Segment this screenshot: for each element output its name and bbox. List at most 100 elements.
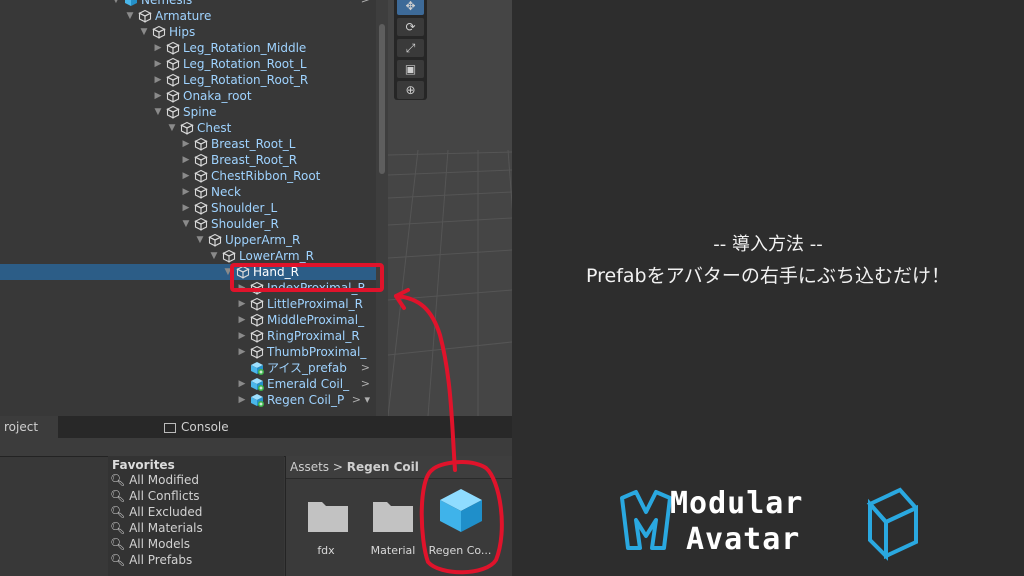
hierarchy-row-label: Leg_Rotation_Middle bbox=[183, 41, 307, 55]
search-icon: 🔍︎ bbox=[110, 521, 126, 535]
hierarchy-row[interactable]: ▼ Armature bbox=[0, 8, 376, 24]
hierarchy-row[interactable]: ▶ Regen Coil_P > ▾ bbox=[0, 392, 376, 408]
hierarchy-row[interactable]: ▶ Leg_Rotation_Root_R bbox=[0, 72, 376, 88]
breadcrumb-current[interactable]: Regen Coil bbox=[347, 460, 419, 474]
open-prefab-chevron-icon[interactable]: > bbox=[361, 376, 370, 392]
logo-line-1: Modular bbox=[670, 486, 804, 521]
favorite-item[interactable]: 🔍︎ All Materials bbox=[110, 521, 203, 535]
expand-arrow-icon[interactable]: ▼ bbox=[110, 0, 122, 8]
scale-tool-button[interactable]: ⤢ bbox=[397, 39, 424, 57]
breadcrumb-root[interactable]: Assets bbox=[286, 460, 329, 474]
hierarchy-panel: ▼ Nemesis > ▼ Armature ▼ Hips ▶ Leg_Rotation_Mid… bbox=[0, 0, 388, 416]
collapse-arrow-icon[interactable]: ▶ bbox=[180, 184, 192, 200]
hierarchy-row[interactable]: ▶ Leg_Rotation_Middle bbox=[0, 40, 376, 56]
gameobject-icon bbox=[194, 185, 208, 199]
expand-arrow-icon[interactable]: ▼ bbox=[180, 216, 192, 232]
collapse-arrow-icon[interactable]: ▶ bbox=[180, 152, 192, 168]
hierarchy-row[interactable]: ▼ Nemesis > bbox=[0, 0, 376, 8]
hierarchy-row[interactable]: ▼ Hand_R bbox=[0, 264, 376, 280]
collapse-arrow-icon[interactable]: ▶ bbox=[152, 72, 164, 88]
collapse-arrow-icon[interactable]: ▶ bbox=[180, 168, 192, 184]
asset-tile[interactable]: Material bbox=[361, 478, 425, 576]
expand-arrow-icon[interactable]: ▼ bbox=[152, 104, 164, 120]
collapse-arrow-icon[interactable]: ▶ bbox=[180, 136, 192, 152]
hierarchy-row-label: Leg_Rotation_Root_L bbox=[183, 57, 307, 71]
move-tool-button[interactable]: ✥ bbox=[397, 0, 424, 15]
collapse-arrow-icon[interactable]: ▶ bbox=[236, 392, 248, 408]
hierarchy-row[interactable]: ▶ Breast_Root_R bbox=[0, 152, 376, 168]
favorite-item[interactable]: 🔍︎ All Conflicts bbox=[110, 489, 200, 503]
hierarchy-row[interactable]: ▶ ChestRibbon_Root bbox=[0, 168, 376, 184]
hierarchy-row[interactable]: ▶ ThumbProximal_ bbox=[0, 344, 376, 360]
tab-console[interactable]: Console bbox=[164, 416, 244, 438]
gameobject-icon bbox=[194, 153, 208, 167]
hierarchy-row[interactable]: ▶ RingProximal_R bbox=[0, 328, 376, 344]
prefab-added-icon bbox=[251, 394, 264, 407]
hierarchy-row[interactable]: ▼ Hips bbox=[0, 24, 376, 40]
hierarchy-row[interactable]: ▶ Shoulder_L bbox=[0, 200, 376, 216]
hierarchy-row[interactable]: ▶ Onaka_root bbox=[0, 88, 376, 104]
collapse-arrow-icon[interactable]: ▶ bbox=[236, 328, 248, 344]
expand-arrow-icon[interactable]: ▼ bbox=[194, 232, 206, 248]
expand-arrow-icon[interactable]: ▼ bbox=[222, 264, 234, 280]
collapse-arrow-icon[interactable]: ▶ bbox=[152, 56, 164, 72]
expand-arrow-icon[interactable]: ▼ bbox=[166, 120, 178, 136]
favorite-item[interactable]: 🔍︎ All Modified bbox=[110, 473, 199, 487]
hierarchy-row[interactable]: アイス_prefab > bbox=[0, 360, 376, 376]
gameobject-icon bbox=[250, 329, 264, 343]
hierarchy-row[interactable]: ▶ Breast_Root_L bbox=[0, 136, 376, 152]
expand-arrow-icon[interactable]: ▼ bbox=[208, 248, 220, 264]
scrollbar-thumb[interactable] bbox=[379, 24, 385, 174]
gameobject-icon bbox=[250, 313, 264, 327]
hierarchy-row[interactable]: ▶ IndexProximal_R bbox=[0, 280, 376, 296]
hierarchy-row-label: Emerald Coil_ bbox=[267, 377, 350, 391]
hierarchy-row[interactable]: ▶ Leg_Rotation_Root_L bbox=[0, 56, 376, 72]
hierarchy-row[interactable]: ▼ LowerArm_R bbox=[0, 248, 376, 264]
expand-arrow-icon[interactable]: ▼ bbox=[138, 24, 150, 40]
expand-arrow-icon[interactable]: ▼ bbox=[124, 8, 136, 24]
open-prefab-chevron-icon[interactable]: > ▾ bbox=[352, 392, 370, 408]
tab-project-label: roject bbox=[4, 420, 39, 434]
hierarchy-row-label: Shoulder_R bbox=[211, 217, 279, 231]
tab-project[interactable]: roject bbox=[0, 416, 58, 438]
console-icon bbox=[164, 422, 176, 433]
hierarchy-row-label: Breast_Root_R bbox=[211, 153, 298, 167]
rotate-tool-button[interactable]: ⟳ bbox=[397, 18, 424, 36]
collapse-arrow-icon[interactable]: ▶ bbox=[180, 200, 192, 216]
gameobject-icon bbox=[208, 233, 222, 247]
collapse-arrow-icon[interactable]: ▶ bbox=[236, 344, 248, 360]
project-toolbar bbox=[0, 438, 512, 457]
hierarchy-row[interactable]: ▼ UpperArm_R bbox=[0, 232, 376, 248]
open-prefab-chevron-icon[interactable]: > bbox=[361, 0, 370, 8]
hierarchy-row[interactable]: ▼ Spine bbox=[0, 104, 376, 120]
hierarchy-row-label: IndexProximal_R bbox=[267, 281, 366, 295]
asset-tile[interactable]: Regen Co... bbox=[428, 478, 492, 576]
hierarchy-row-label: Nemesis bbox=[141, 0, 193, 7]
hierarchy-row-label: アイス_prefab bbox=[267, 361, 347, 375]
open-prefab-chevron-icon[interactable]: > bbox=[361, 360, 370, 376]
hierarchy-row[interactable]: ▶ LittleProximal_R bbox=[0, 296, 376, 312]
asset-label: Regen Co... bbox=[428, 544, 492, 557]
hierarchy-row[interactable]: ▶ Emerald Coil_ > bbox=[0, 376, 376, 392]
collapse-arrow-icon[interactable]: ▶ bbox=[236, 376, 248, 392]
hierarchy-row[interactable]: ▶ Neck bbox=[0, 184, 376, 200]
collapse-arrow-icon[interactable]: ▶ bbox=[236, 296, 248, 312]
favorite-item[interactable]: 🔍︎ All Models bbox=[110, 537, 190, 551]
logo-box-icon bbox=[866, 487, 920, 561]
rect-tool-button[interactable]: ▣ bbox=[397, 60, 424, 78]
collapse-arrow-icon[interactable]: ▶ bbox=[152, 88, 164, 104]
search-icon: 🔍︎ bbox=[110, 489, 126, 503]
favorite-item[interactable]: 🔍︎ All Prefabs bbox=[110, 553, 192, 567]
hierarchy-scrollbar[interactable] bbox=[376, 0, 388, 424]
favorite-item[interactable]: 🔍︎ All Excluded bbox=[110, 505, 202, 519]
hierarchy-row[interactable]: ▶ MiddleProximal_ bbox=[0, 312, 376, 328]
hierarchy-row[interactable]: ▼ Chest bbox=[0, 120, 376, 136]
transform-tool-button[interactable]: ⊕ bbox=[397, 81, 424, 99]
collapse-arrow-icon[interactable]: ▶ bbox=[236, 312, 248, 328]
asset-tile[interactable]: fdx bbox=[294, 478, 358, 576]
gameobject-icon bbox=[236, 265, 250, 279]
collapse-arrow-icon[interactable]: ▶ bbox=[152, 40, 164, 56]
collapse-arrow-icon[interactable]: ▶ bbox=[236, 280, 248, 296]
hierarchy-row[interactable]: ▼ Shoulder_R bbox=[0, 216, 376, 232]
gameobject-icon bbox=[250, 281, 264, 295]
